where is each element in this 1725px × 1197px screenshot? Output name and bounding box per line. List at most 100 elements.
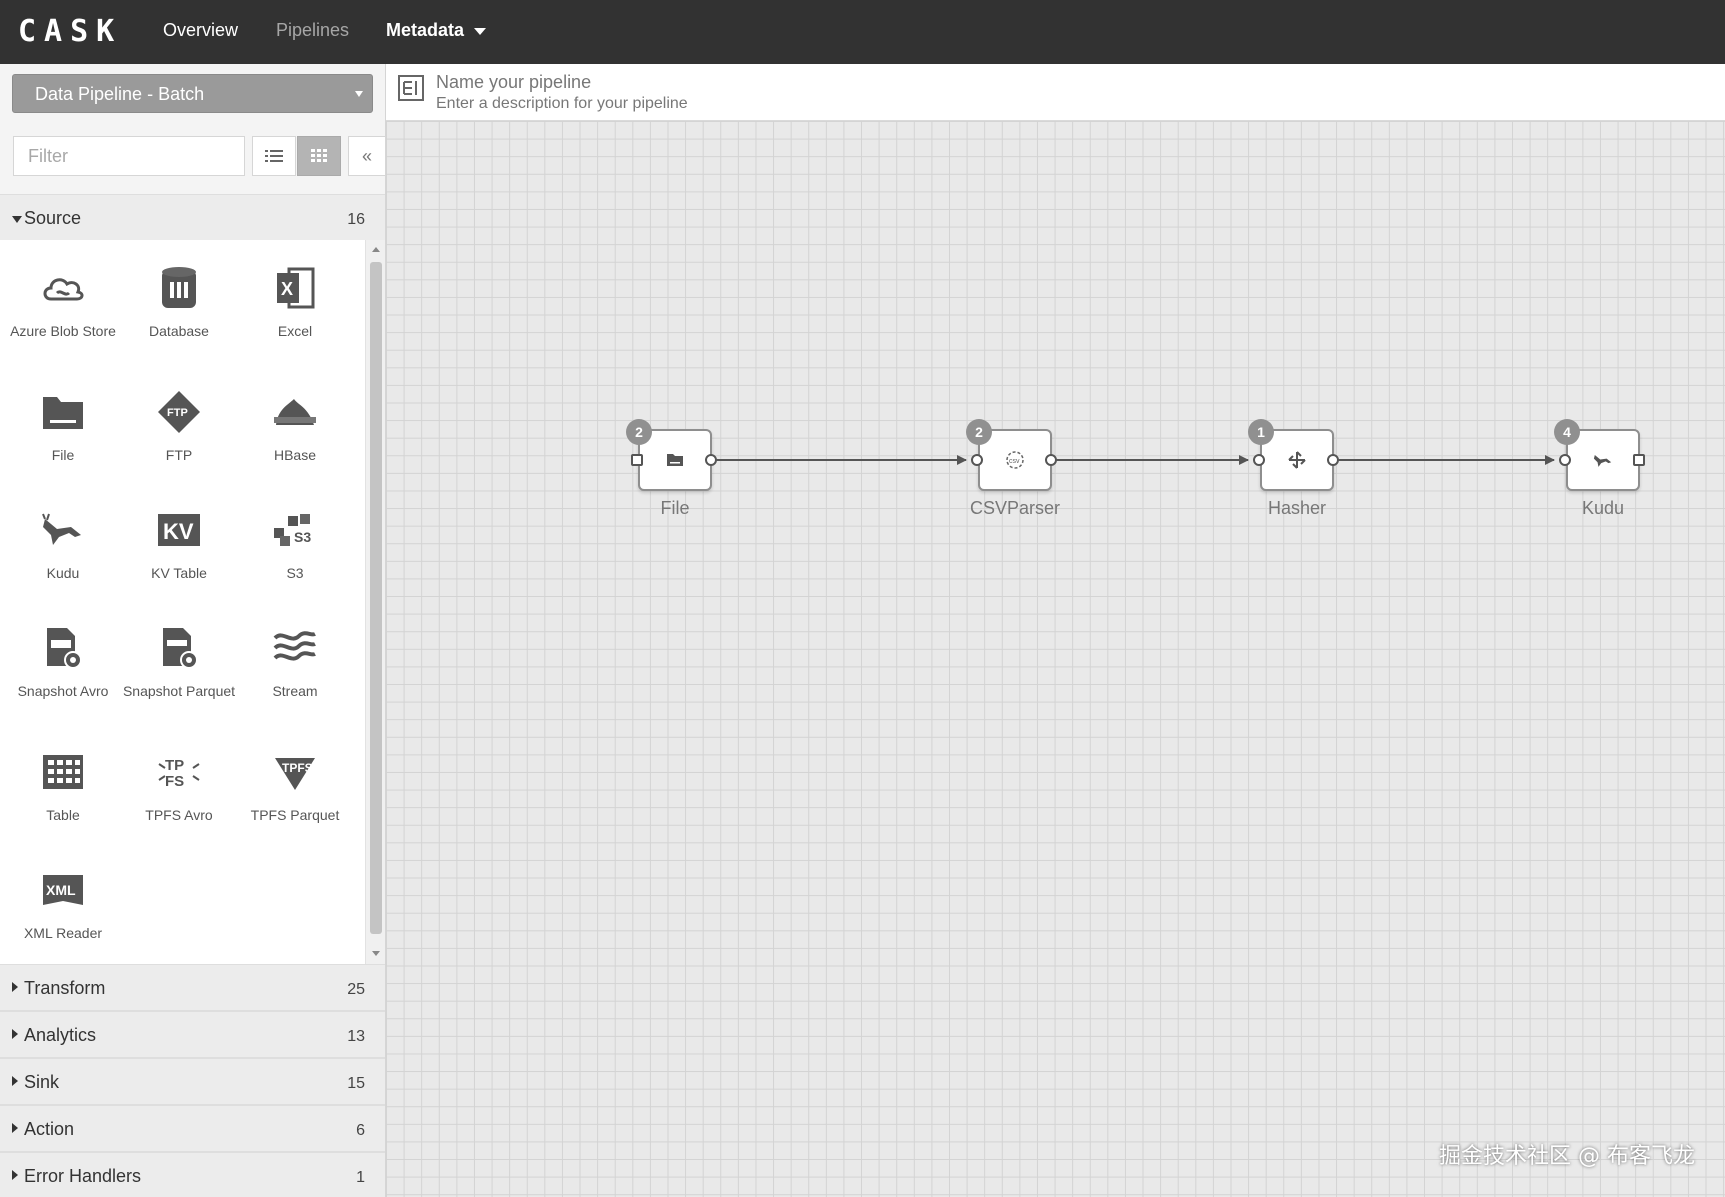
output-port[interactable] bbox=[1633, 454, 1645, 466]
output-port[interactable] bbox=[1327, 454, 1339, 466]
pipeline-type-select[interactable]: Data Pipeline - Batch bbox=[12, 74, 373, 113]
excel-icon: X bbox=[271, 264, 319, 312]
plugin-label: File bbox=[51, 447, 75, 463]
chevron-down-icon bbox=[474, 27, 487, 35]
plugin-list-scrollbar[interactable] bbox=[365, 240, 385, 964]
caret-right-icon bbox=[12, 1029, 18, 1039]
kv-icon: KV bbox=[155, 506, 203, 554]
svg-text:XML: XML bbox=[46, 882, 76, 898]
scroll-up-icon[interactable] bbox=[372, 247, 380, 252]
input-port[interactable] bbox=[631, 454, 643, 466]
collapse-sidebar-button[interactable]: « bbox=[348, 136, 386, 176]
connection-layer bbox=[716, 455, 1555, 465]
plugin-label: TPFS Avro bbox=[145, 807, 213, 823]
plugin-label: Stream bbox=[272, 683, 318, 699]
grid-view-button[interactable] bbox=[297, 136, 341, 176]
node-badge: 2 bbox=[626, 419, 652, 445]
svg-text:csv: csv bbox=[1009, 458, 1020, 465]
plugin-snapshot-parquet[interactable]: Snapshot Parquet bbox=[121, 624, 237, 701]
group-count: 16 bbox=[347, 211, 365, 228]
svg-text:FS: FS bbox=[165, 773, 184, 790]
database-icon bbox=[155, 264, 203, 312]
group-analytics[interactable]: Analytics 13 bbox=[0, 1011, 385, 1058]
plugin-hbase[interactable]: HBase bbox=[237, 388, 353, 465]
pipeline-type-label: Data Pipeline - Batch bbox=[35, 84, 205, 104]
caret-right-icon bbox=[12, 1076, 18, 1086]
group-label: Action bbox=[24, 1119, 75, 1139]
caret-down-icon bbox=[12, 216, 22, 223]
plugin-tpfs-avro[interactable]: TP FS TPFS Avro bbox=[121, 748, 237, 825]
group-count: 25 bbox=[347, 981, 365, 998]
cloud-icon bbox=[39, 264, 87, 312]
output-port[interactable] bbox=[1045, 454, 1057, 466]
scroll-down-icon[interactable] bbox=[372, 951, 380, 956]
node-label: Kudu bbox=[1581, 498, 1625, 518]
folder-icon bbox=[39, 388, 87, 436]
group-label: Transform bbox=[24, 978, 106, 998]
input-port[interactable] bbox=[1559, 454, 1571, 466]
nav-metadata-label: Metadata bbox=[386, 20, 465, 40]
plugin-tpfs-parquet[interactable]: TPFS TPFS Parquet bbox=[237, 748, 353, 825]
ftp-icon: FTP bbox=[155, 388, 203, 436]
plugin-label: XML Reader bbox=[23, 925, 103, 941]
nav-overview[interactable]: Overview bbox=[163, 20, 238, 41]
plugin-kudu[interactable]: Kudu bbox=[5, 506, 121, 583]
group-transform[interactable]: Transform 25 bbox=[0, 964, 385, 1011]
brand-logo[interactable]: CASK bbox=[18, 14, 122, 49]
folder-icon bbox=[667, 454, 683, 466]
tpfs-avro-icon: TP FS bbox=[155, 748, 203, 796]
watermark: 掘金技术社区 @ 布客飞龙 bbox=[1439, 1144, 1695, 1169]
plugin-label: TPFS Parquet bbox=[250, 807, 340, 823]
plugin-kv-table[interactable]: KV KV Table bbox=[121, 506, 237, 583]
plugin-filter-input[interactable] bbox=[13, 136, 245, 176]
plugin-xml-reader[interactable]: XML XML Reader bbox=[5, 866, 121, 943]
top-navbar: CASK Overview Pipelines Metadata bbox=[0, 0, 1725, 64]
plugin-label: Excel bbox=[277, 323, 313, 339]
node-label: CSVParser bbox=[969, 498, 1061, 518]
pipeline-name-field[interactable]: Name your pipeline bbox=[436, 72, 591, 93]
pipeline-canvas[interactable]: 2 File csv 2 CSVParser 1 Hasher 4 Kudu bbox=[386, 121, 1725, 1197]
pipeline-metadata-icon[interactable] bbox=[396, 73, 426, 103]
caret-right-icon bbox=[12, 982, 18, 992]
input-port[interactable] bbox=[971, 454, 983, 466]
plugin-sidebar: Data Pipeline - Batch « Source 16 Azure … bbox=[0, 64, 386, 1197]
plugin-excel[interactable]: X Excel bbox=[237, 264, 353, 341]
plugin-label: Kudu bbox=[46, 565, 80, 581]
plugin-ftp[interactable]: FTP FTP bbox=[121, 388, 237, 465]
group-action[interactable]: Action 6 bbox=[0, 1105, 385, 1152]
svg-text:X: X bbox=[281, 279, 293, 299]
svg-text:TP: TP bbox=[165, 757, 184, 774]
caret-right-icon bbox=[12, 1123, 18, 1133]
group-count: 1 bbox=[356, 1169, 365, 1186]
kudu-icon bbox=[1593, 455, 1612, 467]
list-view-button[interactable] bbox=[252, 136, 296, 176]
scrollbar-thumb[interactable] bbox=[370, 262, 382, 934]
svg-text:S3: S3 bbox=[294, 529, 311, 545]
plugin-snapshot-avro[interactable]: Snapshot Avro bbox=[5, 624, 121, 701]
group-label: Error Handlers bbox=[24, 1166, 142, 1186]
csv-icon: csv bbox=[1006, 451, 1024, 469]
nav-pipelines[interactable]: Pipelines bbox=[276, 20, 349, 41]
output-port[interactable] bbox=[705, 454, 717, 466]
plugin-azure-blob-store[interactable]: Azure Blob Store bbox=[5, 264, 121, 341]
plugin-file[interactable]: File bbox=[5, 388, 121, 465]
node-badge: 4 bbox=[1554, 419, 1580, 445]
snapshot-avro-icon bbox=[39, 624, 87, 672]
plugin-database[interactable]: Database bbox=[121, 264, 237, 341]
plugin-table[interactable]: Table bbox=[5, 748, 121, 825]
plugin-label: Azure Blob Store bbox=[10, 323, 116, 339]
nav-metadata[interactable]: Metadata bbox=[386, 20, 487, 41]
hasher-icon bbox=[1288, 451, 1306, 469]
grid-icon bbox=[311, 149, 327, 162]
plugin-s3[interactable]: S3 S3 bbox=[237, 506, 353, 583]
select-caret-icon bbox=[355, 91, 363, 97]
plugin-stream[interactable]: Stream bbox=[237, 624, 353, 701]
group-error-handlers[interactable]: Error Handlers 1 bbox=[0, 1152, 385, 1197]
group-label: Analytics bbox=[24, 1025, 97, 1045]
group-sink[interactable]: Sink 15 bbox=[0, 1058, 385, 1105]
group-source[interactable]: Source 16 bbox=[0, 194, 385, 241]
pipeline-description-field[interactable]: Enter a description for your pipeline bbox=[436, 95, 688, 113]
group-count: 6 bbox=[356, 1122, 365, 1139]
input-port[interactable] bbox=[1253, 454, 1265, 466]
node-badge: 2 bbox=[966, 419, 992, 445]
